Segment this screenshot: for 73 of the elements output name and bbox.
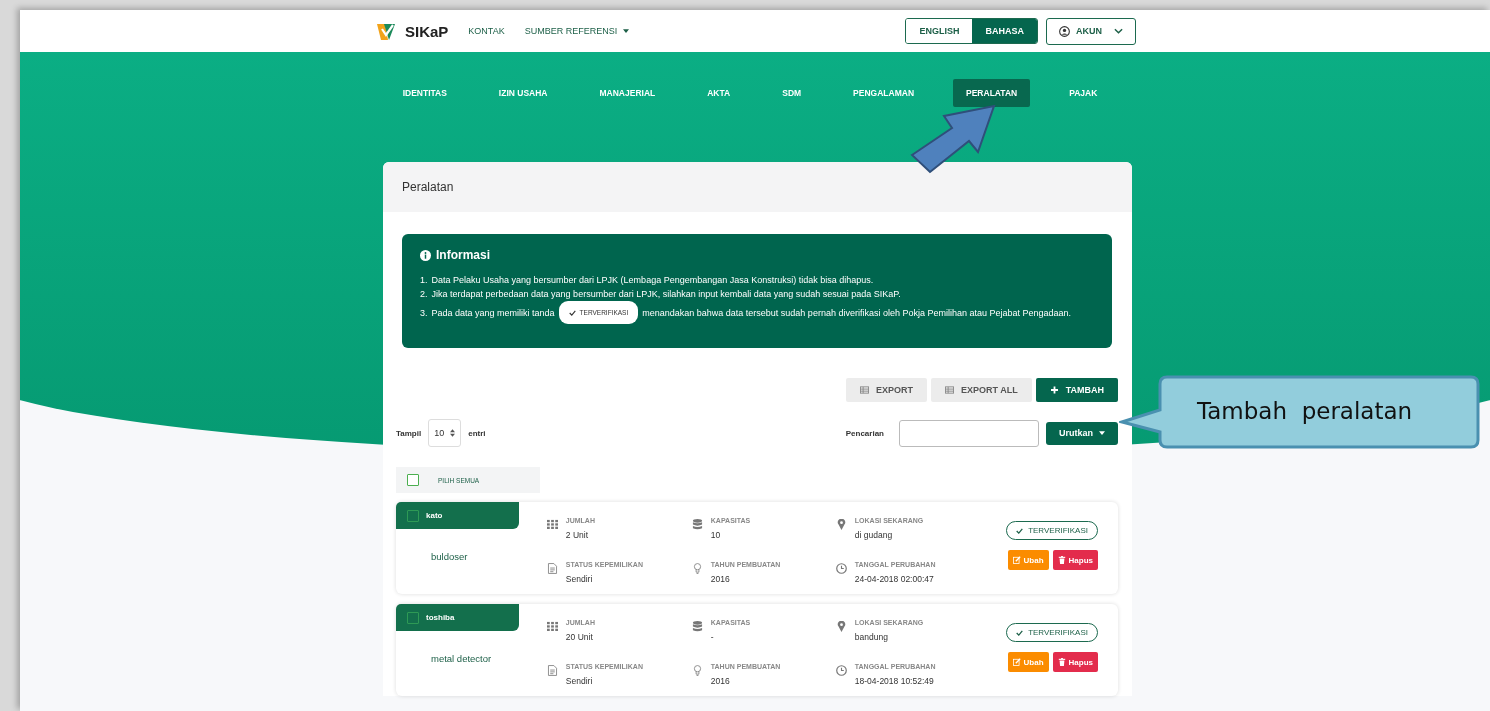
field-value: 20 Unit bbox=[565, 632, 594, 642]
user-icon bbox=[1059, 25, 1070, 37]
table-icon bbox=[945, 386, 954, 394]
language-button[interactable]: BAHASA bbox=[972, 19, 1037, 43]
panel-title: Peralatan bbox=[402, 180, 454, 194]
field-value: 24-04-2018 02:00:47 bbox=[854, 573, 935, 584]
checkbox[interactable] bbox=[407, 611, 419, 624]
field-value: 2016 bbox=[710, 573, 731, 584]
check-icon bbox=[1016, 629, 1024, 636]
grid-icon bbox=[546, 519, 558, 530]
toolbar-button[interactable]: EXPORT ALL bbox=[931, 378, 1032, 402]
nav-link[interactable]: KONTAK bbox=[468, 26, 505, 36]
plus-icon bbox=[1049, 386, 1059, 394]
show-label: Tampil bbox=[396, 428, 422, 438]
search-label: Pencarian bbox=[845, 428, 884, 438]
field-value: di gudang bbox=[854, 530, 894, 540]
clock-icon bbox=[835, 562, 847, 574]
info-text: Data Pelaku Usaha yang bersumber dari LPJK (Lembaga Pengembangan Jasa Konstruksi) tidak bisa dihapus. bbox=[431, 274, 874, 287]
brand-name: toshiba bbox=[426, 613, 455, 622]
caret-icon bbox=[1099, 431, 1105, 435]
field-value: 2 Unit bbox=[565, 530, 590, 540]
trash-icon bbox=[1057, 556, 1066, 564]
list-number: 2. bbox=[420, 288, 428, 301]
grid-icon bbox=[546, 621, 558, 632]
section-tab[interactable]: PERALATAN bbox=[953, 79, 1031, 107]
trash-icon bbox=[1057, 658, 1066, 666]
toolbar-button[interactable]: TAMBAH bbox=[1035, 378, 1118, 402]
info-icon bbox=[420, 249, 431, 261]
edit-icon bbox=[1012, 658, 1021, 666]
field-value: 10 bbox=[710, 530, 722, 540]
checkbox[interactable] bbox=[407, 474, 419, 486]
clock-icon bbox=[835, 664, 847, 676]
sort-arrows-icon bbox=[450, 429, 456, 437]
lightbulb-icon bbox=[691, 664, 703, 676]
field-value: Sendiri bbox=[565, 675, 594, 686]
action-button[interactable]: Hapus bbox=[1052, 652, 1098, 672]
check-icon bbox=[1016, 527, 1024, 534]
field-value: - bbox=[710, 632, 715, 642]
action-button[interactable]: Hapus bbox=[1052, 550, 1098, 570]
entries-label: entri bbox=[468, 428, 486, 438]
logo-text: SIKaP bbox=[405, 22, 449, 40]
nav-link[interactable]: SUMBER REFERENSI bbox=[524, 26, 630, 36]
search-field[interactable] bbox=[899, 419, 1039, 447]
lightbulb-icon bbox=[691, 562, 703, 574]
document-icon bbox=[546, 664, 558, 676]
checkbox[interactable] bbox=[407, 509, 419, 522]
brand-name: kato bbox=[426, 511, 443, 520]
callout-text: Tambah peralatan bbox=[1197, 398, 1413, 424]
database-icon bbox=[691, 519, 703, 530]
page-size-select[interactable]: 10 bbox=[428, 419, 462, 447]
location-pin-icon bbox=[835, 519, 847, 530]
field-value: Sendiri bbox=[565, 573, 594, 584]
document-icon bbox=[546, 562, 558, 574]
info-text: menandakan bahwa data tersebut sudah pernah diverifikasi oleh Pokja Pemilihan atau Pejabat Pengadaan. bbox=[642, 307, 1072, 318]
info-text: Jika terdapat perbedaan data yang bersumber dari LPJK, silahkan input kembali data yang sudah sesuai pada SIKaP. bbox=[431, 288, 901, 301]
field-value: 2016 bbox=[710, 675, 731, 686]
sort-button[interactable]: Urutkan bbox=[1046, 421, 1118, 445]
toolbar-button[interactable]: EXPORT bbox=[846, 378, 927, 402]
field-value: 18-04-2018 10:52:49 bbox=[854, 675, 935, 686]
account-button[interactable]: AKUN bbox=[1046, 17, 1136, 45]
equipment-name: metal detector bbox=[431, 653, 493, 664]
check-icon bbox=[568, 309, 576, 316]
info-title: Informasi bbox=[436, 248, 490, 262]
info-text: Pada data yang memiliki tanda bbox=[431, 307, 555, 318]
chevron-icon bbox=[1114, 28, 1123, 34]
field-value: bandung bbox=[854, 632, 889, 642]
edit-icon bbox=[1012, 556, 1021, 564]
location-pin-icon bbox=[835, 621, 847, 632]
table-icon bbox=[860, 386, 869, 394]
equipment-name: buldoser bbox=[431, 551, 469, 562]
list-number: 1. bbox=[420, 274, 428, 287]
list-number: 3. bbox=[420, 306, 428, 320]
database-icon bbox=[691, 621, 703, 632]
